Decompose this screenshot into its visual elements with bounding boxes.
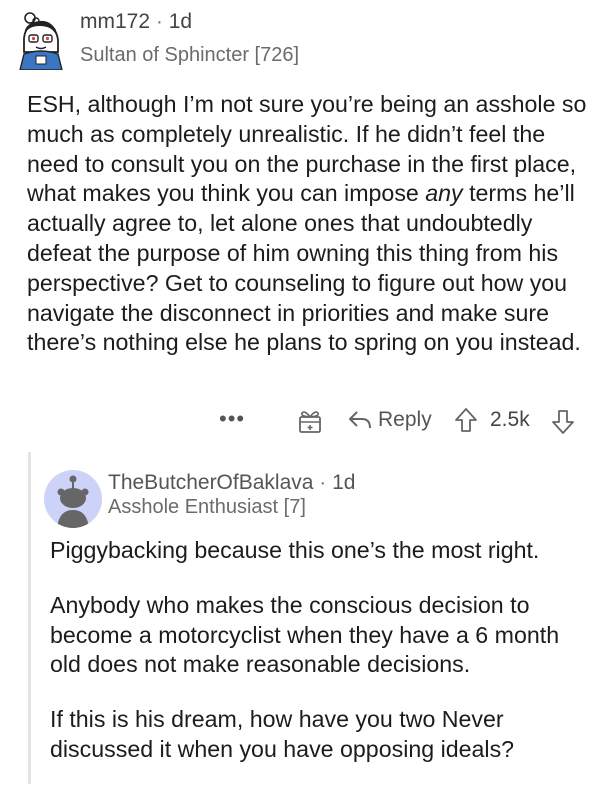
comment-age: 1d <box>168 10 193 33</box>
reply-button[interactable]: Reply <box>348 405 432 435</box>
comment-text-emphasis: any <box>425 180 463 207</box>
gift-icon[interactable] <box>297 408 323 434</box>
user-flair: Asshole Enthusiast [7] <box>108 496 306 518</box>
thread-line[interactable] <box>28 452 31 784</box>
upvote-arrow-icon[interactable] <box>454 407 478 433</box>
comment-body: Piggybacking because this one’s the most… <box>50 536 590 790</box>
user-flair: Sultan of Sphincter [726] <box>80 44 300 66</box>
more-options-button[interactable]: ••• <box>219 406 245 432</box>
downvote-arrow-icon[interactable] <box>551 409 575 435</box>
comment-text-part: terms he’ll actually agree to, let alone… <box>27 180 581 356</box>
snoo-avatar-icon <box>57 475 89 528</box>
reply-label: Reply <box>378 408 432 431</box>
comment-header: TheButcherOfBaklava · 1d <box>108 471 355 495</box>
comment-header: mm172 · 1d <box>80 10 192 34</box>
comment-paragraph: Anybody who makes the conscious decision… <box>50 591 560 678</box>
user-avatar[interactable] <box>14 12 68 70</box>
vote-score: 2.5k <box>490 408 530 431</box>
reply-arrow-icon <box>349 411 371 429</box>
comment-body: ESH, although I’m not sure you’re being … <box>27 90 587 358</box>
comment-age: 1d <box>332 471 356 494</box>
separator: · <box>319 471 327 494</box>
comment-paragraph: If this is his dream, how have you two N… <box>50 706 515 762</box>
username[interactable]: TheButcherOfBaklava <box>108 471 313 494</box>
separator: · <box>155 10 163 33</box>
comment-action-bar: ••• Reply 2.5k <box>0 400 599 444</box>
username[interactable]: mm172 <box>80 10 150 33</box>
comment-paragraph: Piggybacking because this one’s the most… <box>50 537 540 563</box>
user-avatar[interactable] <box>44 470 102 528</box>
